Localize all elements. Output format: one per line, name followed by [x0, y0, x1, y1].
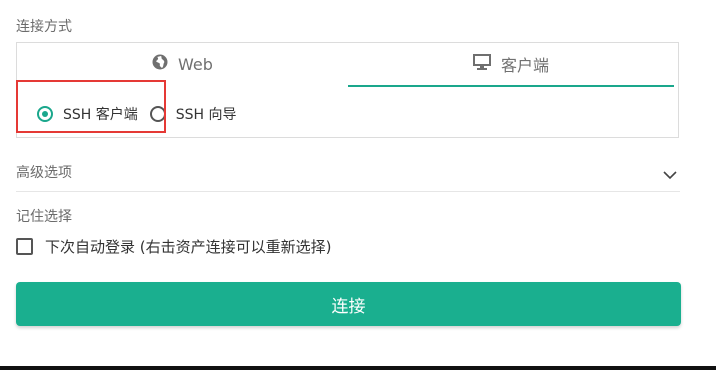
divider [16, 191, 680, 192]
chevron-down-icon[interactable] [662, 167, 678, 183]
remember-choice-label: 记住选择 [16, 209, 72, 225]
connect-dialog: 连接方式 Web 客户端 SSH 客户端 SSH 向导 高级选项 记住选择 下次… [0, 0, 716, 370]
connection-method-label: 连接方式 [16, 19, 72, 35]
radio-ssh-wizard[interactable]: SSH 向导 [149, 104, 237, 124]
globe-icon [152, 54, 178, 74]
tab-web[interactable]: Web [17, 43, 348, 85]
connection-tabs: Web 客户端 [17, 43, 678, 87]
radio-ssh-client[interactable]: SSH 客户端 [37, 104, 138, 124]
advanced-options-label[interactable]: 高级选项 [16, 162, 72, 182]
radio-unchecked-icon [149, 106, 166, 122]
radio-ssh-wizard-label: SSH 向导 [175, 107, 237, 123]
auto-login-label: 下次自动登录 (右击资产连接可以重新选择) [45, 238, 332, 256]
bottom-border [0, 366, 716, 370]
client-options: SSH 客户端 SSH 向导 [17, 99, 237, 129]
connect-button[interactable]: 连接 [16, 282, 681, 326]
monitor-icon [472, 54, 501, 74]
tab-client-label: 客户端 [500, 56, 549, 75]
auto-login-checkbox[interactable] [16, 238, 33, 255]
tab-client[interactable]: 客户端 [348, 43, 674, 87]
connection-method-panel: Web 客户端 SSH 客户端 SSH 向导 [16, 42, 679, 138]
auto-login-option[interactable]: 下次自动登录 (右击资产连接可以重新选择) [16, 236, 331, 257]
radio-ssh-client-label: SSH 客户端 [63, 107, 138, 123]
radio-checked-icon [37, 106, 53, 122]
tab-web-label: Web [178, 54, 213, 74]
